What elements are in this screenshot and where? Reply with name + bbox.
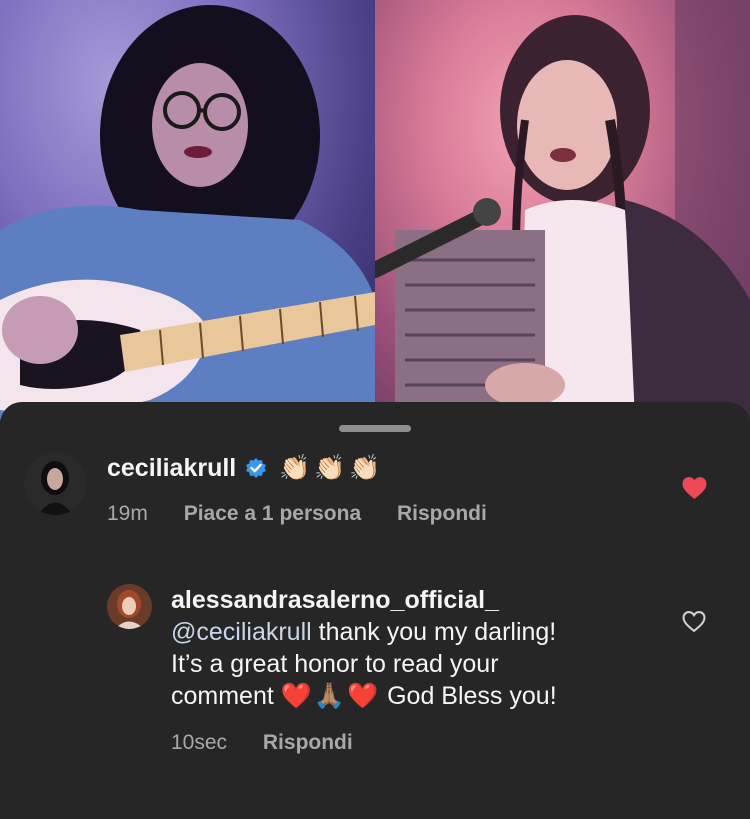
comment-text-part: God Bless you! (380, 682, 557, 710)
comment-text-part: comment (171, 682, 281, 710)
comment-text-part: thank you my darling! (311, 618, 557, 646)
singer-video-panel (367, 0, 750, 420)
reply-button[interactable]: Rispondi (397, 502, 487, 525)
comment-text: 👏🏻👏🏻👏🏻 (279, 454, 385, 482)
mention-link[interactable]: @ceciliakrull (171, 618, 312, 646)
comment-meta: 10sec Rispondi (171, 731, 383, 755)
comment-meta: 19m Piace a 1 persona Rispondi (107, 502, 517, 526)
guitarist-video-panel (0, 0, 375, 420)
comment-text-line: comment ❤️🙏🏽❤️ God Bless you! (171, 680, 651, 712)
emoji-group: ❤️🙏🏽❤️ (280, 682, 381, 710)
liked-heart-icon[interactable] (681, 476, 708, 500)
likes-count-link[interactable]: Piace a 1 persona (184, 502, 361, 525)
comment-alessandrasalerno: alessandrasalerno_official_ @ceciliakrul… (171, 584, 651, 712)
avatar-image-alessandrasalerno (107, 584, 152, 629)
comment-timestamp: 19m (107, 502, 148, 525)
verified-badge-icon (245, 458, 266, 478)
singer-illustration (367, 0, 750, 420)
avatar-image-ceciliakrull (24, 452, 87, 515)
heart-outline-icon[interactable] (681, 610, 707, 633)
avatar[interactable] (107, 584, 152, 629)
comment-ceciliakrull: ceciliakrull 👏🏻👏🏻👏🏻 (107, 452, 385, 484)
live-video-area (0, 0, 750, 420)
guitarist-illustration (0, 5, 375, 420)
comment-text-line: It’s a great honor to read your (171, 650, 499, 678)
sheet-drag-handle[interactable] (339, 425, 411, 432)
comment-username[interactable]: alessandrasalerno_official_ (171, 584, 651, 616)
reply-button[interactable]: Rispondi (263, 731, 353, 754)
comment-text-line: @ceciliakrull thank you my darling! (171, 616, 651, 648)
comment-username[interactable]: ceciliakrull (107, 454, 236, 482)
comment-timestamp: 10sec (171, 731, 228, 754)
avatar[interactable] (24, 452, 87, 515)
